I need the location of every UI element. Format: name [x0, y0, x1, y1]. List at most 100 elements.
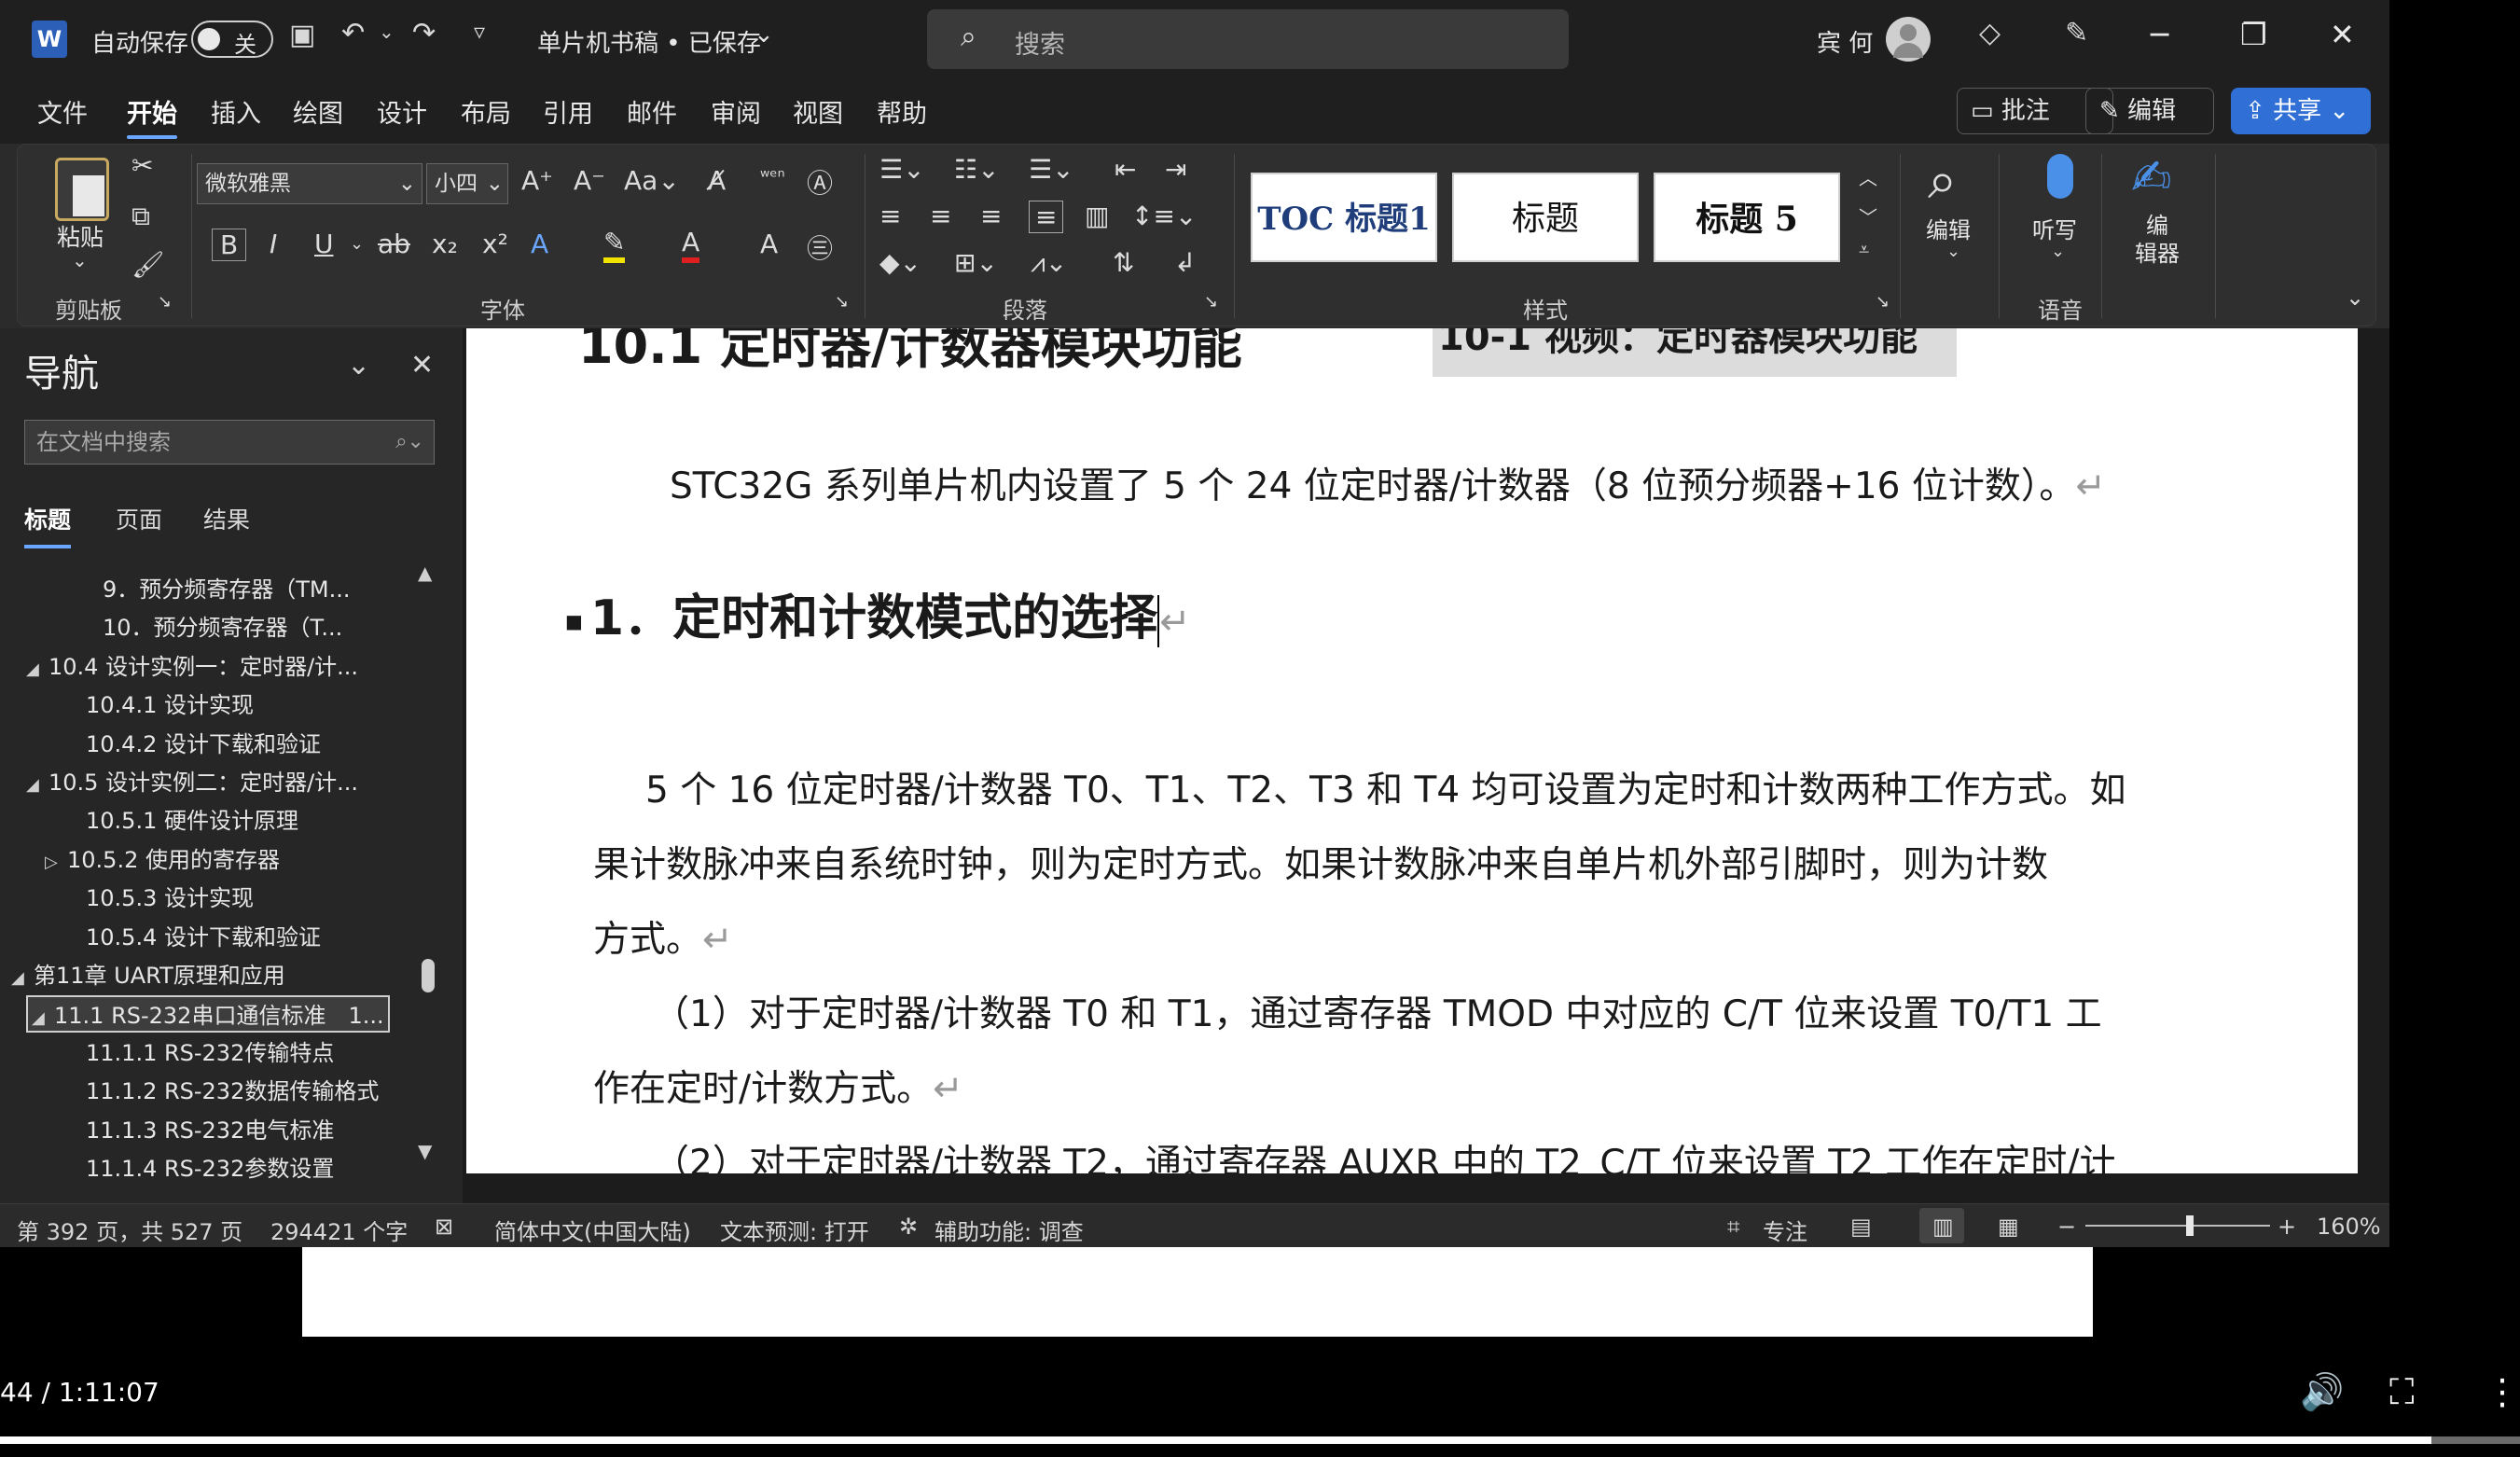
restore-icon[interactable]: ❐: [2240, 17, 2267, 52]
para1-line2[interactable]: 果计数脉冲来自系统时钟，则为定时方式。如果计数脉冲来自单片机外部引脚时，则为计数: [593, 828, 2048, 903]
text-effects-icon[interactable]: A: [531, 229, 548, 259]
text-predictions[interactable]: 文本预测: 打开: [720, 1214, 869, 1246]
nav-heading-item[interactable]: 11.1.2 RS-232数据传输格式: [86, 1073, 379, 1110]
word-count[interactable]: 294421 个字: [270, 1214, 408, 1246]
para1-line1[interactable]: 5 个 16 位定时器/计数器 T0、T1、T2、T3 和 T4 均可设置为定时…: [645, 754, 2126, 828]
diamond-icon[interactable]: ◇: [1979, 17, 2001, 49]
nav-heading-item[interactable]: 11.1.1 RS-232传输特点: [86, 1034, 334, 1072]
editor-label[interactable]: 编 辑器: [2135, 212, 2180, 268]
redo-icon[interactable]: ↷: [412, 17, 436, 49]
chinese-layout-icon[interactable]: ⩘⌄: [1031, 247, 1067, 279]
increase-indent-icon[interactable]: ⇥: [1165, 154, 1186, 185]
document-page[interactable]: 10.1 定时器/计数器模块功能 10-1 视频：定时器模块功能 STC32G …: [466, 328, 2358, 1173]
video-tag[interactable]: 10-1 视频：定时器模块功能: [1433, 328, 1957, 377]
tab-mailings[interactable]: 邮件: [627, 93, 677, 130]
more-options-icon[interactable]: ⋮: [2485, 1371, 2520, 1412]
superscript-icon[interactable]: x²: [482, 229, 508, 259]
heading-top[interactable]: 10.1 定时器/计数器模块功能: [578, 328, 1242, 378]
microphone-icon[interactable]: [2047, 154, 2073, 199]
justify-icon[interactable]: ≡: [1029, 201, 1064, 233]
nav-heading-item[interactable]: 10．预分频寄存器（T...: [103, 609, 342, 646]
distributed-icon[interactable]: ▥: [1085, 201, 1109, 231]
styles-more-icon[interactable]: ⩡: [1859, 238, 1869, 260]
nav-heading-item[interactable]: 10.4.1 设计实现: [86, 687, 254, 724]
tab-draw[interactable]: 绘图: [293, 93, 343, 130]
proofing-icon[interactable]: ⊠: [435, 1214, 453, 1240]
nav-heading-item[interactable]: ◢ 10.5 设计实例二：定时器/计...: [26, 764, 358, 801]
collapse-triangle-icon[interactable]: ◢: [26, 651, 48, 688]
user-name[interactable]: 宾 何: [1817, 24, 1873, 59]
web-layout-icon[interactable]: ▦: [1998, 1214, 2019, 1240]
font-size-combo[interactable]: 小四 ⌄: [426, 163, 508, 204]
nav-heading-item[interactable]: 11.1.3 RS-232电气标准: [86, 1112, 334, 1149]
undo-icon[interactable]: ↶: [341, 17, 365, 49]
shrink-font-icon[interactable]: A⁻: [574, 165, 605, 196]
highlight-icon[interactable]: ✎: [603, 227, 626, 263]
nav-scrollbar[interactable]: ▲ ▼: [418, 562, 438, 1168]
heading-1[interactable]: ■ 1．定时和计数模式的选择↵: [565, 578, 1191, 648]
focus-label[interactable]: 专注: [1763, 1214, 1807, 1246]
nav-tab-headings[interactable]: 标题: [24, 502, 72, 548]
tab-layout[interactable]: 布局: [461, 93, 511, 130]
show-marks-icon[interactable]: ↲: [1174, 247, 1196, 278]
customize-qat-icon[interactable]: ▿: [474, 19, 485, 45]
paste-dropdown-icon[interactable]: ⌄: [72, 249, 88, 271]
styles-scroll-up-icon[interactable]: ︿: [1859, 163, 1877, 190]
document-title[interactable]: 单片机书稿 • 已保存: [537, 24, 761, 59]
format-painter-icon[interactable]: 🖌: [132, 249, 165, 280]
avatar[interactable]: [1886, 17, 1931, 62]
zoom-in-icon[interactable]: +: [2278, 1214, 2296, 1240]
styles-scroll-down-icon[interactable]: ﹀: [1859, 202, 1877, 229]
minimize-icon[interactable]: ─: [2151, 17, 2168, 52]
style-toc-heading[interactable]: TOC 标题1: [1251, 173, 1437, 262]
zoom-slider[interactable]: [2085, 1215, 2270, 1236]
read-mode-icon[interactable]: ▤: [1850, 1214, 1872, 1240]
strikethrough-icon[interactable]: ab: [378, 229, 410, 259]
clipboard-launcher-icon[interactable]: ↘: [158, 292, 172, 312]
nav-close-icon[interactable]: ✕: [410, 349, 434, 382]
para2-line2[interactable]: 作在定时/计数方式。↵: [593, 1052, 963, 1127]
font-launcher-icon[interactable]: ↘: [835, 292, 849, 312]
expand-triangle-icon[interactable]: ▷: [45, 844, 67, 881]
fullscreen-exit-icon[interactable]: ⛶: [2389, 1371, 2415, 1413]
find-icon[interactable]: ⌕: [1928, 150, 1957, 212]
scroll-thumb[interactable]: [422, 959, 435, 992]
tab-insert[interactable]: 插入: [211, 93, 261, 130]
phonetic-guide-icon[interactable]: ʷᵉⁿ: [760, 165, 785, 187]
print-layout-button[interactable]: ▥: [1919, 1208, 1964, 1243]
multilevel-list-icon[interactable]: ☰⌄: [1029, 154, 1074, 185]
collapse-triangle-icon[interactable]: ◢: [11, 960, 34, 997]
font-color-icon[interactable]: A: [682, 227, 700, 263]
close-icon[interactable]: ✕: [2330, 17, 2355, 52]
char-border-icon[interactable]: Ⓐ: [807, 163, 833, 201]
tab-design[interactable]: 设计: [377, 93, 427, 130]
style-heading-5[interactable]: 标题 5: [1654, 173, 1840, 262]
focus-icon[interactable]: ⌗: [1727, 1214, 1740, 1240]
bold-icon[interactable]: B: [212, 229, 247, 261]
sort-icon[interactable]: ⇅: [1113, 247, 1134, 278]
para2-line1[interactable]: （1）对于定时器/计数器 T0 和 T1，通过寄存器 TMOD 中对应的 C/T…: [653, 978, 2102, 1052]
cut-icon[interactable]: ✂: [132, 150, 153, 181]
language[interactable]: 简体中文(中国大陆): [494, 1214, 691, 1246]
line-spacing-icon[interactable]: ↕≡⌄: [1131, 201, 1197, 231]
nav-heading-item[interactable]: 10.5.3 设计实现: [86, 880, 254, 917]
editing-label[interactable]: 编辑: [1926, 212, 1971, 244]
editor-pen-icon[interactable]: ✍: [2131, 150, 2172, 206]
char-shading-icon[interactable]: A: [760, 229, 778, 259]
tab-help[interactable]: 帮助: [877, 93, 927, 130]
save-icon[interactable]: ▣: [289, 19, 315, 51]
para1-line3[interactable]: 方式。↵: [593, 903, 733, 978]
dictate-chevron-icon[interactable]: ⌄: [2051, 242, 2065, 261]
tab-home[interactable]: 开始: [127, 93, 177, 139]
zoom-level[interactable]: 160%: [2317, 1214, 2381, 1240]
undo-dropdown-icon[interactable]: ⌄: [379, 21, 395, 43]
search-box[interactable]: ⌕ 搜索: [927, 9, 1569, 69]
nav-heading-item[interactable]: ◢ 第11章 UART原理和应用: [11, 957, 285, 994]
para3-line1[interactable]: （2）对于定时器/计数器 T2，通过寄存器 AUXR 中的 T2_C/T 位来设…: [653, 1127, 2116, 1173]
autosave-toggle[interactable]: 关: [191, 21, 273, 58]
nav-heading-item[interactable]: ◢ 10.4 设计实例一：定时器/计...: [26, 648, 358, 686]
shading-icon[interactable]: ◆⌄: [879, 247, 921, 278]
collapse-triangle-icon[interactable]: ◢: [26, 767, 48, 804]
title-chevron-down-icon[interactable]: ⌄: [754, 21, 774, 49]
nav-search-input[interactable]: 在文档中搜索 ⌕⌄: [24, 420, 435, 465]
